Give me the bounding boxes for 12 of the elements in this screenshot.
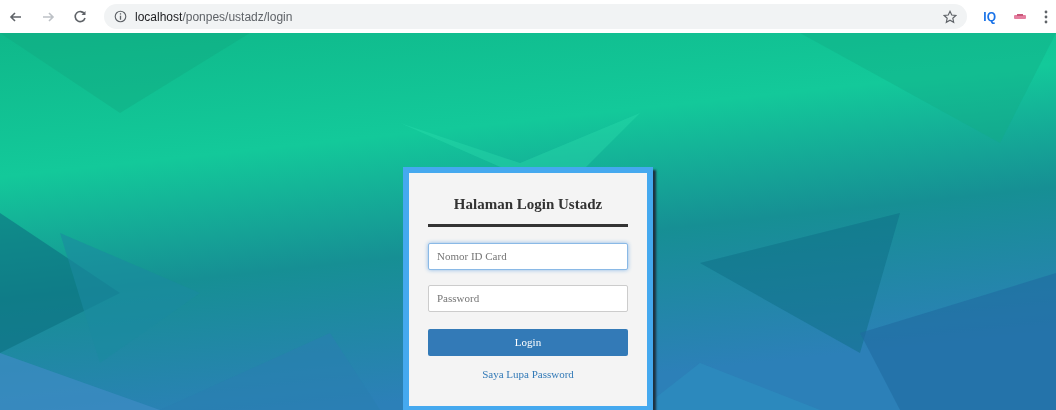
star-icon[interactable] bbox=[943, 9, 958, 24]
login-title: Halaman Login Ustadz bbox=[428, 193, 628, 227]
reload-icon[interactable] bbox=[72, 8, 88, 25]
address-bar[interactable]: localhost/ponpes/ustadz/login bbox=[104, 4, 968, 29]
url-text: localhost/ponpes/ustadz/login bbox=[135, 8, 293, 26]
id-card-field[interactable]: Nomor ID Card bbox=[428, 242, 628, 270]
forgot-password-link[interactable]: Saya Lupa Password bbox=[428, 365, 628, 382]
menu-icon[interactable] bbox=[1044, 9, 1048, 24]
extension-button[interactable]: IQ bbox=[983, 7, 996, 26]
password-field[interactable]: Password bbox=[428, 284, 628, 312]
info-icon[interactable] bbox=[114, 10, 127, 23]
login-button[interactable]: Login bbox=[428, 328, 628, 356]
